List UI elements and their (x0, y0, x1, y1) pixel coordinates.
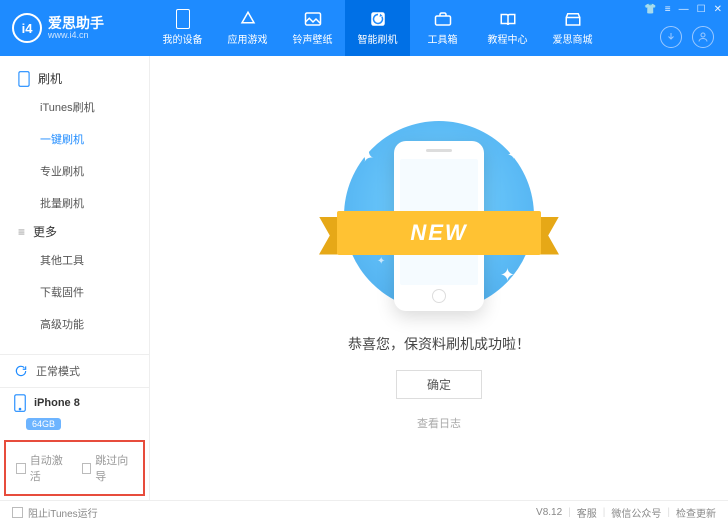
phone-icon (18, 71, 30, 87)
sidebar-item-advanced[interactable]: 高级功能 (0, 308, 149, 340)
phone-icon (174, 10, 192, 28)
nav-flash[interactable]: 智能刷机 (345, 0, 410, 56)
sidebar: 刷机 iTunes刷机 一键刷机 专业刷机 批量刷机 ≡ 更多 其他工具 下载固… (0, 56, 150, 500)
nav-store[interactable]: 爱思商城 (540, 0, 605, 56)
toolbox-icon (434, 10, 452, 28)
apps-icon (239, 10, 257, 28)
view-log-link[interactable]: 查看日志 (417, 415, 461, 431)
window-controls: 👕 ≡ — ☐ ✕ (644, 4, 722, 15)
download-button[interactable] (660, 26, 682, 48)
user-button[interactable] (692, 26, 714, 48)
checkbox-skip-guide[interactable]: 跳过向导 (82, 452, 134, 484)
confirm-button[interactable]: 确定 (396, 370, 482, 399)
new-ribbon: NEW (319, 211, 559, 255)
menu-icon[interactable]: ≡ (665, 4, 671, 15)
sidebar-item-batch[interactable]: 批量刷机 (0, 187, 149, 219)
support-link[interactable]: 客服 (577, 505, 597, 520)
image-icon (304, 10, 322, 28)
nav-apps[interactable]: 应用游戏 (215, 0, 280, 56)
version-label: V8.12 (536, 507, 562, 518)
sidebar-item-pro[interactable]: 专业刷机 (0, 155, 149, 187)
header: i4 爱思助手 www.i4.cn 我的设备 应用游戏 铃声壁纸 智能刷机 工具… (0, 0, 728, 56)
refresh-icon (369, 10, 387, 28)
minimize-icon[interactable]: — (679, 4, 689, 15)
logo-icon: i4 (12, 13, 42, 43)
checkbox-auto-activate[interactable]: 自动激活 (16, 452, 68, 484)
nav-toolbox[interactable]: 工具箱 (410, 0, 475, 56)
app-url: www.i4.cn (48, 31, 104, 40)
device-row[interactable]: iPhone 8 (0, 388, 149, 418)
book-icon (499, 10, 517, 28)
update-link[interactable]: 检查更新 (676, 505, 716, 520)
header-right-icons (660, 26, 714, 48)
maximize-icon[interactable]: ☐ (697, 4, 706, 15)
nav-my-device[interactable]: 我的设备 (150, 0, 215, 56)
nav-tutorials[interactable]: 教程中心 (475, 0, 540, 56)
store-icon (564, 10, 582, 28)
mode-row[interactable]: 正常模式 (0, 355, 149, 388)
sidebar-item-oneclick[interactable]: 一键刷机 (0, 123, 149, 155)
close-icon[interactable]: ✕ (714, 4, 722, 15)
app-title: 爱思助手 (48, 16, 104, 31)
sidebar-group-more: ≡ 更多 (0, 219, 149, 244)
highlighted-options: 自动激活 跳过向导 (4, 440, 145, 496)
sidebar-group-flash: 刷机 (0, 66, 149, 91)
success-message: 恭喜您，保资料刷机成功啦！ (348, 334, 530, 354)
logo-area: i4 爱思助手 www.i4.cn (0, 13, 150, 43)
nav-tabs: 我的设备 应用游戏 铃声壁纸 智能刷机 工具箱 教程中心 爱思商城 (150, 0, 605, 56)
nav-ringtones[interactable]: 铃声壁纸 (280, 0, 345, 56)
wechat-link[interactable]: 微信公众号 (611, 505, 661, 520)
phone-icon (14, 394, 26, 412)
main-content: ✦ ✦ ✦ ✦ NEW 恭喜您，保资料刷机成功啦！ 确定 查看日志 (150, 56, 728, 500)
sidebar-item-download[interactable]: 下载固件 (0, 276, 149, 308)
sidebar-item-other[interactable]: 其他工具 (0, 244, 149, 276)
success-illustration: ✦ ✦ ✦ ✦ NEW (339, 116, 539, 316)
block-itunes-label: 阻止iTunes运行 (28, 505, 98, 520)
shirt-icon[interactable]: 👕 (644, 4, 656, 15)
refresh-icon (14, 364, 28, 378)
footer: 阻止iTunes运行 V8.12 | 客服 | 微信公众号 | 检查更新 (0, 500, 728, 524)
checkbox-block-itunes[interactable] (12, 507, 23, 518)
storage-badge: 64GB (26, 418, 61, 430)
sidebar-item-itunes[interactable]: iTunes刷机 (0, 91, 149, 123)
